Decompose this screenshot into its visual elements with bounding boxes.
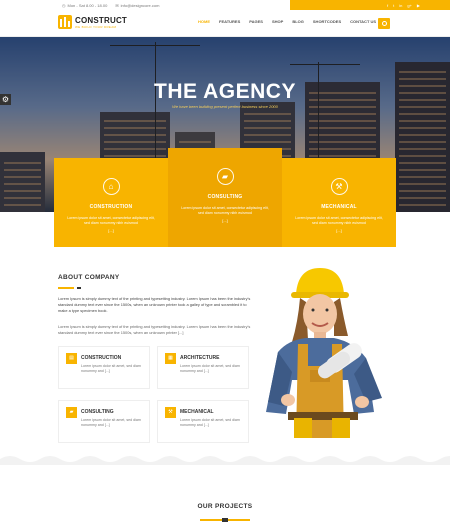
mail-icon: ✉ xyxy=(115,2,119,8)
social-bar xyxy=(290,0,450,10)
logo-tagline: WE BUILD YOUR DREAM xyxy=(75,24,117,29)
hours-item: ◷ Mon - Sat 8.00 - 18.00 xyxy=(62,3,107,8)
main-nav: HOME FEATURES PAGES SHOP BLOG SHORTCODES… xyxy=(198,19,376,24)
logo-name: CONSTRUCT xyxy=(75,15,128,25)
feature-title: CONSULTING xyxy=(81,409,114,415)
clock-icon: ◷ xyxy=(62,2,66,8)
google-plus-icon[interactable]: g+ xyxy=(407,3,412,8)
hero-subtitle: We have been building present perfect bu… xyxy=(172,104,278,109)
crane-icon: ⌂ xyxy=(102,178,120,195)
nav-pages[interactable]: PAGES xyxy=(249,19,263,24)
card-text: Lorem ipsum dolor sit amet, consectetur … xyxy=(295,216,383,225)
building-icon: ▤ xyxy=(66,353,77,364)
linkedin-icon[interactable]: in xyxy=(399,3,402,8)
site-header: CONSTRUCT WE BUILD YOUR DREAM HOME FEATU… xyxy=(0,10,450,37)
social-links: f t in g+ ▶ xyxy=(387,0,420,10)
feature-construction[interactable]: ▤ CONSTRUCTION Lorem ipsum dolor sit ame… xyxy=(58,346,150,389)
about-paragraph: Lorem Ipsum is simply dummy text of the … xyxy=(58,324,251,335)
card-text: Lorem ipsum dolor sit amet, consectetur … xyxy=(181,206,269,215)
service-cards: ⌂ CONSTRUCTION Lorem ipsum dolor sit ame… xyxy=(54,148,396,247)
top-bar: ◷ Mon - Sat 8.00 - 18.00 ✉ info@designcore… xyxy=(0,0,450,10)
wrench-icon: ⚒ xyxy=(165,407,176,418)
hero-title: THE AGENCY xyxy=(154,80,296,103)
nav-shortcodes[interactable]: SHORTCODES xyxy=(313,19,341,24)
hours-text: Mon - Sat 8.00 - 18.00 xyxy=(67,2,108,8)
feature-text: Lorem ipsum dolor sit amet, sed diam non… xyxy=(180,418,240,427)
feature-text: Lorem ipsum dolor sit amet, sed diam non… xyxy=(81,418,141,427)
about-title: ABOUT COMPANY xyxy=(58,274,120,281)
about-paragraph: Lorem Ipsum is simply dummy text of the … xyxy=(58,296,251,313)
worker-photo xyxy=(266,268,382,438)
feature-title: CONSTRUCTION xyxy=(81,355,122,361)
feature-title: ARCHITECTURE xyxy=(180,355,220,361)
card-mechanical[interactable]: ⚒ MECHANICAL Lorem ipsum dolor sit amet,… xyxy=(282,158,396,247)
title-underline-accent xyxy=(222,518,228,522)
gear-icon[interactable]: ⚙ xyxy=(0,94,11,105)
feature-mechanical[interactable]: ⚒ MECHANICAL Lorem ipsum dolor sit amet,… xyxy=(157,400,249,443)
nav-home[interactable]: HOME xyxy=(198,19,210,24)
truck-icon: ▰ xyxy=(66,407,77,418)
youtube-icon[interactable]: ▶ xyxy=(417,3,420,8)
contact-info: ◷ Mon - Sat 8.00 - 18.00 ✉ info@designcore… xyxy=(62,1,159,9)
card-more[interactable]: [...] xyxy=(282,228,396,233)
card-title: CONSTRUCTION xyxy=(89,204,133,210)
nav-contact[interactable]: CONTACT US xyxy=(350,19,376,24)
truck-icon: ▰ xyxy=(216,168,234,185)
email-item[interactable]: ✉ info@designcore.com xyxy=(115,3,159,8)
logo[interactable]: CONSTRUCT WE BUILD YOUR DREAM xyxy=(58,15,127,29)
wrench-icon: ⚒ xyxy=(330,178,348,195)
title-underline-accent xyxy=(77,287,81,289)
feature-text: Lorem ipsum dolor sit amet, sed diam non… xyxy=(81,364,141,373)
wave-divider xyxy=(0,456,450,465)
card-more[interactable]: [...] xyxy=(54,228,168,233)
search-icon[interactable] xyxy=(378,18,390,29)
projects-title: OUR PROJECTS xyxy=(197,503,253,510)
card-title: MECHANICAL xyxy=(321,204,357,210)
title-underline xyxy=(58,287,74,289)
facebook-icon[interactable]: f xyxy=(387,3,388,8)
feature-title: MECHANICAL xyxy=(180,409,214,415)
feature-architecture[interactable]: ▦ ARCHITECTURE Lorem ipsum dolor sit ame… xyxy=(157,346,249,389)
twitter-icon[interactable]: t xyxy=(393,3,394,8)
nav-shop[interactable]: SHOP xyxy=(272,19,283,24)
feature-text: Lorem ipsum dolor sit amet, sed diam non… xyxy=(180,364,240,373)
blueprint-icon: ▦ xyxy=(165,353,176,364)
nav-features[interactable]: FEATURES xyxy=(219,19,240,24)
card-construction[interactable]: ⌂ CONSTRUCTION Lorem ipsum dolor sit ame… xyxy=(54,158,168,247)
email-text[interactable]: info@designcore.com xyxy=(121,3,160,8)
feature-consulting[interactable]: ▰ CONSULTING Lorem ipsum dolor sit amet,… xyxy=(58,400,150,443)
logo-icon xyxy=(58,15,72,29)
card-text: Lorem ipsum dolor sit amet, consectetur … xyxy=(67,216,155,225)
card-more[interactable]: [...] xyxy=(168,218,282,223)
card-title: CONSULTING xyxy=(207,194,243,200)
card-consulting[interactable]: ▰ CONSULTING Lorem ipsum dolor sit amet,… xyxy=(168,148,282,247)
nav-blog[interactable]: BLOG xyxy=(292,19,304,24)
